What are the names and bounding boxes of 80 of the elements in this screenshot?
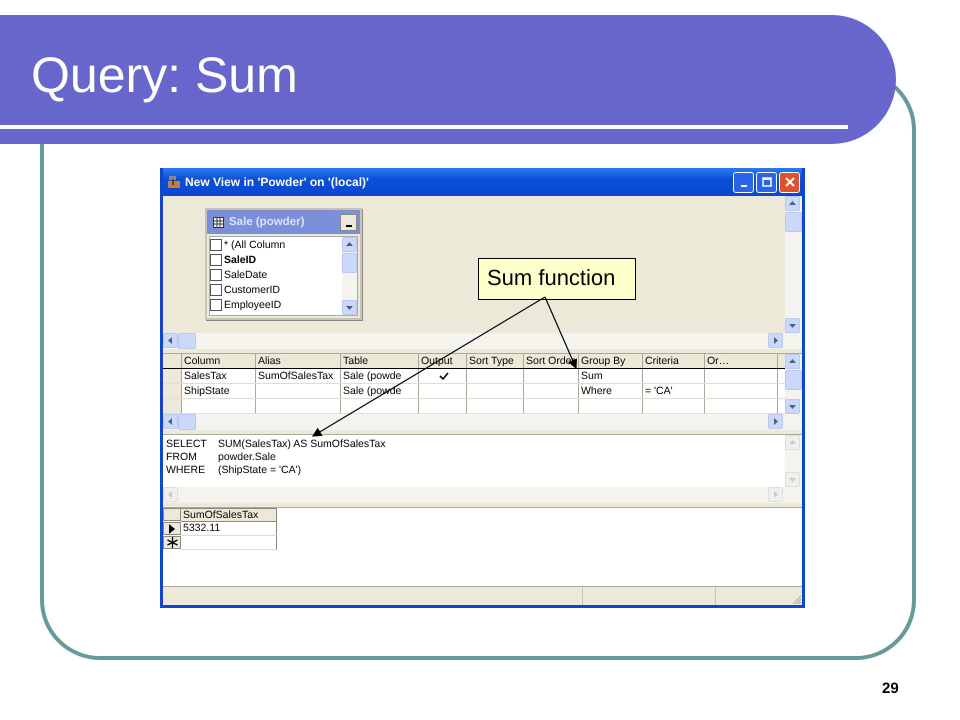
checkbox[interactable] [210, 284, 222, 296]
table-cell: Where [579, 384, 643, 398]
maximize-button[interactable] [756, 172, 777, 192]
scroll-thumb[interactable] [178, 414, 196, 430]
sql-text: powder.Sale [218, 451, 276, 464]
minimize-icon [740, 184, 746, 186]
sql-keyword: FROM [166, 451, 198, 464]
scroll-button[interactable] [768, 414, 783, 429]
sql-keyword: SELECT [166, 438, 208, 451]
scroll-thumb[interactable] [785, 212, 802, 232]
column-header[interactable]: SumOfSalesTax [181, 508, 277, 522]
table-cell: Sale (powde [341, 369, 419, 383]
scrollbar[interactable] [785, 196, 802, 333]
sql-text: (ShipState = 'CA') [218, 464, 302, 477]
column-header[interactable]: Or… [705, 354, 778, 368]
table-cell: SalesTax [182, 369, 256, 383]
table-cell: SumOfSalesTax [256, 369, 341, 383]
column-header[interactable]: Alias [256, 354, 341, 368]
arrow-icon [788, 199, 797, 208]
page-number: 29 [882, 680, 899, 697]
slide-title: Query: Sum [31, 46, 298, 105]
row-header[interactable] [163, 522, 181, 535]
scroll-thumb[interactable] [785, 370, 802, 390]
hammer-icon [167, 175, 181, 189]
field-item[interactable]: EmployeeID [210, 297, 342, 312]
scroll-button[interactable] [342, 300, 357, 315]
field-item[interactable]: CustomerID [210, 282, 342, 297]
arrow-icon [345, 240, 354, 249]
checkbox[interactable] [210, 254, 222, 266]
column-header[interactable]: Table [341, 354, 419, 368]
column-header[interactable]: Column [182, 354, 256, 368]
scroll-button[interactable] [163, 333, 178, 348]
field-item[interactable]: SaleDate [210, 267, 342, 282]
minimize-icon [346, 224, 352, 226]
checkbox[interactable] [210, 298, 222, 310]
scrollbar[interactable] [342, 237, 357, 315]
field-item[interactable]: * (All Column [210, 237, 342, 252]
arrow-icon [166, 336, 175, 345]
asterisk-icon [166, 537, 178, 548]
column-header[interactable]: Group By [579, 354, 643, 368]
current-row-icon [168, 524, 176, 534]
scroll-button[interactable] [785, 196, 800, 211]
table-icon [213, 216, 224, 228]
checkbox[interactable] [210, 238, 222, 250]
arrow-icon [345, 303, 354, 312]
row-header[interactable] [163, 536, 181, 549]
scroll-button[interactable] [785, 399, 800, 414]
callout-label: Sum function [478, 258, 636, 300]
minimize-button[interactable] [340, 214, 357, 230]
resize-grip-icon[interactable] [792, 595, 802, 605]
scroll-thumb[interactable] [178, 333, 196, 349]
scrollbar[interactable] [163, 414, 802, 430]
table-box-title: Sale (powder) [229, 216, 306, 228]
arrow-icon [788, 357, 797, 366]
checkbox[interactable] [210, 268, 222, 280]
arrow-icon [788, 438, 797, 447]
column-header[interactable]: Criteria [643, 354, 705, 368]
maximize-icon [762, 177, 772, 187]
close-button[interactable] [779, 172, 800, 192]
scrollbar[interactable] [785, 354, 802, 414]
scroll-button[interactable] [163, 414, 178, 429]
table-cell: 5332.11 [181, 522, 277, 536]
table-cell: ShipState [182, 384, 256, 398]
table-cell: = 'CA' [643, 384, 705, 398]
table-cell: Sum [579, 369, 643, 383]
scroll-thumb[interactable] [342, 253, 357, 273]
scroll-button[interactable] [785, 354, 800, 369]
check-icon [438, 372, 448, 380]
arrow-icon [166, 417, 175, 426]
sql-text: SUM(SalesTax) AS SumOfSalesTax [218, 438, 386, 451]
window-title: New View in 'Powder' on '(local)' [185, 175, 370, 189]
arrow-icon [166, 490, 175, 499]
scrollbar[interactable] [163, 333, 802, 349]
close-icon [784, 177, 794, 187]
column-header[interactable]: Sort Type [467, 354, 524, 368]
scroll-button[interactable] [785, 318, 800, 333]
field-item[interactable]: SaleID [210, 252, 342, 267]
scroll-button[interactable] [768, 333, 783, 348]
sql-keyword: WHERE [166, 464, 206, 477]
scroll-button[interactable] [342, 237, 357, 252]
